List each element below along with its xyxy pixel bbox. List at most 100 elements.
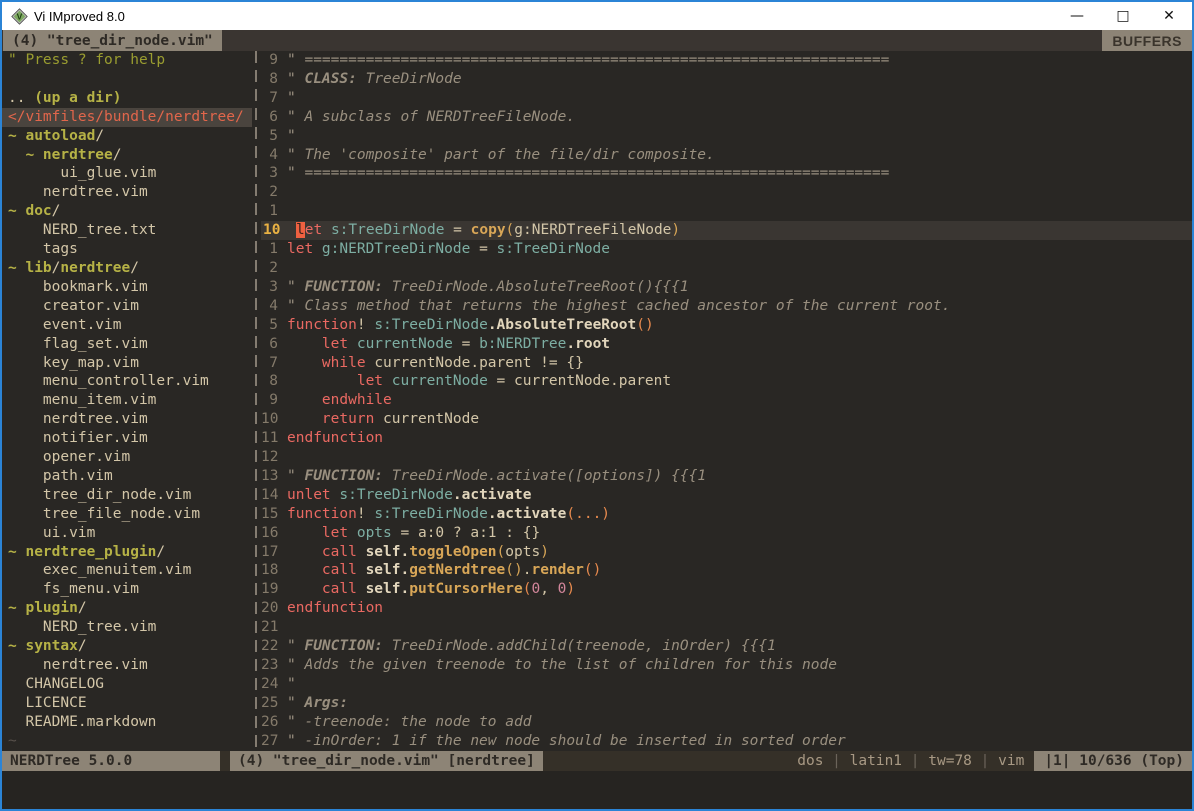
tree-item[interactable]: " Press ? for help bbox=[8, 51, 252, 70]
maximize-button[interactable]: □ bbox=[1100, 2, 1146, 30]
tree-item[interactable]: notifier.vim bbox=[8, 429, 252, 448]
tree-item[interactable] bbox=[8, 70, 252, 89]
text-segment: " bbox=[287, 638, 304, 654]
code-line[interactable]: 24" bbox=[261, 675, 1192, 694]
tree-item[interactable]: ui_glue.vim bbox=[8, 164, 252, 183]
code-line[interactable]: 10 return currentNode bbox=[261, 410, 1192, 429]
code-text: return currentNode bbox=[287, 410, 479, 429]
tree-item[interactable]: ~ bbox=[8, 732, 252, 751]
text-segment: getNerdtree bbox=[409, 562, 505, 578]
text-segment: self. bbox=[366, 581, 410, 597]
tree-root-item[interactable]: </vimfiles/bundle/nerdtree/ bbox=[2, 108, 252, 127]
nerdtree-sidebar[interactable]: " Press ? for help.. (up a dir)</vimfile… bbox=[2, 51, 252, 751]
code-line[interactable]: 23" Adds the given treenode to the list … bbox=[261, 656, 1192, 675]
tree-item[interactable]: NERD_tree.vim bbox=[8, 618, 252, 637]
tree-item[interactable]: tree_dir_node.vim bbox=[8, 486, 252, 505]
tree-item[interactable]: flag_set.vim bbox=[8, 335, 252, 354]
vim-logo-icon[interactable]: V bbox=[11, 8, 28, 25]
tab-current[interactable]: (4) "tree_dir_node.vim" bbox=[3, 30, 222, 51]
tree-item[interactable]: event.vim bbox=[8, 316, 252, 335]
text-segment: unlet bbox=[287, 487, 339, 503]
tree-item[interactable]: fs_menu.vim bbox=[8, 580, 252, 599]
code-line[interactable]: 2 bbox=[261, 183, 1192, 202]
tree-item[interactable]: menu_controller.vim bbox=[8, 372, 252, 391]
code-line[interactable]: 4" Class method that returns the highest… bbox=[261, 297, 1192, 316]
code-line[interactable]: 9" =====================================… bbox=[261, 51, 1192, 70]
tree-item[interactable]: ~ nerdtree_plugin/ bbox=[8, 543, 252, 562]
tree-item[interactable]: exec_menuitem.vim bbox=[8, 561, 252, 580]
text-segment: function bbox=[287, 506, 357, 522]
code-line[interactable]: 10let s:TreeDirNode = copy(g:NERDTreeFil… bbox=[261, 221, 1192, 240]
tree-item[interactable]: nerdtree.vim bbox=[8, 410, 252, 429]
code-line[interactable]: 14unlet s:TreeDirNode.activate bbox=[261, 486, 1192, 505]
tree-item[interactable]: nerdtree.vim bbox=[8, 656, 252, 675]
tree-item[interactable]: .. (up a dir) bbox=[8, 89, 252, 108]
tree-item[interactable]: tags bbox=[8, 240, 252, 259]
svg-text:V: V bbox=[17, 11, 23, 21]
tree-item[interactable]: creator.vim bbox=[8, 297, 252, 316]
tree-item[interactable]: CHANGELOG bbox=[8, 675, 252, 694]
tree-item[interactable]: ~ nerdtree/ bbox=[8, 146, 252, 165]
code-line[interactable]: 7" bbox=[261, 89, 1192, 108]
command-line[interactable] bbox=[2, 771, 1192, 809]
code-line[interactable]: 8" CLASS: TreeDirNode bbox=[261, 70, 1192, 89]
tree-item[interactable]: ~ autoload/ bbox=[8, 127, 252, 146]
code-line[interactable]: 6 let currentNode = b:NERDTree.root bbox=[261, 335, 1192, 354]
code-line[interactable]: 18 call self.getNerdtree().render() bbox=[261, 561, 1192, 580]
tree-item[interactable]: opener.vim bbox=[8, 448, 252, 467]
code-line[interactable]: 3" =====================================… bbox=[261, 164, 1192, 183]
code-line[interactable]: 15function! s:TreeDirNode.activate(...) bbox=[261, 505, 1192, 524]
code-line[interactable]: 27" -inOrder: 1 if the new node should b… bbox=[261, 732, 1192, 751]
code-line[interactable]: 25" Args: bbox=[261, 694, 1192, 713]
code-line[interactable]: 8 let currentNode = currentNode.parent bbox=[261, 372, 1192, 391]
tree-item[interactable]: key_map.vim bbox=[8, 354, 252, 373]
tree-item[interactable]: ~ lib/nerdtree/ bbox=[8, 259, 252, 278]
code-line[interactable]: 16 let opts = a:0 ? a:1 : {} bbox=[261, 524, 1192, 543]
code-line[interactable]: 26" -treenode: the node to add bbox=[261, 713, 1192, 732]
code-line[interactable]: 20endfunction bbox=[261, 599, 1192, 618]
tree-item[interactable]: ~ doc/ bbox=[8, 202, 252, 221]
code-line[interactable]: 9 endwhile bbox=[261, 391, 1192, 410]
tree-item[interactable]: path.vim bbox=[8, 467, 252, 486]
text-segment: " -inOrder: 1 if the new node should be … bbox=[287, 733, 846, 749]
tree-item[interactable]: menu_item.vim bbox=[8, 391, 252, 410]
text-segment: (up a dir) bbox=[34, 90, 121, 106]
tree-item[interactable]: ~ plugin/ bbox=[8, 599, 252, 618]
tree-item[interactable]: ui.vim bbox=[8, 524, 252, 543]
close-button[interactable]: ✕ bbox=[1146, 2, 1192, 30]
code-line[interactable]: 11endfunction bbox=[261, 429, 1192, 448]
line-number: 11 bbox=[261, 429, 287, 448]
code-line[interactable]: 6" A subclass of NERDTreeFileNode. bbox=[261, 108, 1192, 127]
code-line[interactable]: 13" FUNCTION: TreeDirNode.activate([opti… bbox=[261, 467, 1192, 486]
text-segment: TreeDirNode.activate([options]) {{{1 bbox=[383, 468, 706, 484]
minimize-button[interactable]: — bbox=[1054, 2, 1100, 30]
code-line[interactable]: 1 bbox=[261, 202, 1192, 221]
code-line[interactable]: 3" FUNCTION: TreeDirNode.AbsoluteTreeRoo… bbox=[261, 278, 1192, 297]
text-segment: .. bbox=[8, 90, 34, 106]
code-line[interactable]: 17 call self.toggleOpen(opts) bbox=[261, 543, 1192, 562]
code-line[interactable]: 5" bbox=[261, 127, 1192, 146]
code-editor[interactable]: 9" =====================================… bbox=[261, 51, 1192, 751]
code-line[interactable]: 12 bbox=[261, 448, 1192, 467]
tree-item[interactable]: LICENCE bbox=[8, 694, 252, 713]
code-line[interactable]: 4" The 'composite' part of the file/dir … bbox=[261, 146, 1192, 165]
code-line[interactable]: 22" FUNCTION: TreeDirNode.addChild(treen… bbox=[261, 637, 1192, 656]
tree-item[interactable]: README.markdown bbox=[8, 713, 252, 732]
text-segment: " bbox=[287, 676, 296, 692]
code-line[interactable]: 7 while currentNode.parent != {} bbox=[261, 354, 1192, 373]
tree-item[interactable]: ~ syntax/ bbox=[8, 637, 252, 656]
text-segment: ~ lib bbox=[8, 260, 52, 276]
tree-item[interactable]: bookmark.vim bbox=[8, 278, 252, 297]
code-line[interactable]: 19 call self.putCursorHere(0, 0) bbox=[261, 580, 1192, 599]
text-segment: ( bbox=[497, 544, 506, 560]
text-segment bbox=[287, 392, 322, 408]
code-line[interactable]: 21 bbox=[261, 618, 1192, 637]
tree-item[interactable]: nerdtree.vim bbox=[8, 183, 252, 202]
code-line[interactable]: 1let g:NERDTreeDirNode = s:TreeDirNode bbox=[261, 240, 1192, 259]
code-line[interactable]: 5function! s:TreeDirNode.AbsoluteTreeRoo… bbox=[261, 316, 1192, 335]
tree-item[interactable]: tree_file_node.vim bbox=[8, 505, 252, 524]
code-line[interactable]: 2 bbox=[261, 259, 1192, 278]
text-segment: FUNCTION: bbox=[304, 279, 383, 295]
tree-item[interactable]: NERD_tree.txt bbox=[8, 221, 252, 240]
window-split-separator[interactable] bbox=[252, 51, 261, 751]
